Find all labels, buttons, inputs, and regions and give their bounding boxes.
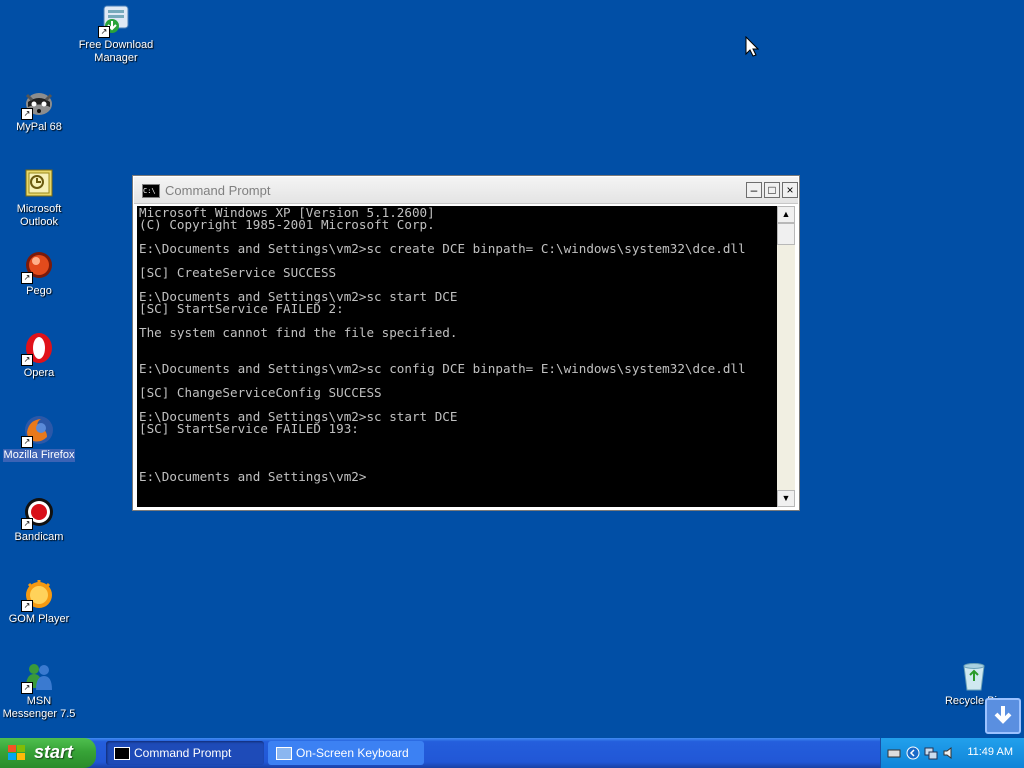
taskbar-button-on-screen-keyboard[interactable]: On-Screen Keyboard	[268, 741, 424, 765]
network-tray-icon[interactable]	[924, 746, 938, 760]
desktop-icon-label: Opera	[23, 367, 55, 379]
down-arrow-icon	[994, 706, 1012, 724]
desktop-icon-label: MSN Messenger 7.5	[2, 695, 76, 720]
pego-icon: ↗	[21, 250, 55, 284]
volume-tray-icon[interactable]	[942, 746, 956, 760]
mypal-raccoon-icon: ↗	[21, 86, 55, 120]
bandicam-icon: ↗	[21, 496, 55, 530]
free-download-manager-icon: ↗	[98, 4, 132, 38]
scrollbar-thumb[interactable]	[777, 223, 795, 245]
desktop-icon-label: Mozilla Firefox	[2, 449, 76, 462]
desktop-icon-pego[interactable]: ↗ Pego	[0, 250, 79, 298]
desktop-icon-label: Free Download Manager	[78, 39, 154, 64]
start-button[interactable]: start	[0, 738, 96, 768]
minimize-button[interactable]: –	[746, 182, 762, 198]
desktop-icon-opera[interactable]: ↗ Opera	[0, 332, 79, 380]
cmd-app-icon: C:\	[142, 184, 160, 198]
scroll-up-arrow-icon[interactable]: ▲	[777, 206, 795, 223]
desktop-icon-label: MyPal 68	[16, 121, 62, 133]
cmd-icon	[114, 747, 130, 760]
system-tray: 11:49 AM	[880, 738, 1024, 768]
outlook-icon	[23, 168, 55, 200]
command-prompt-window[interactable]: C:\ Command Prompt – □ × Microsoft Windo…	[132, 175, 800, 511]
taskbar-button-command-prompt[interactable]: Command Prompt	[106, 741, 264, 765]
vertical-scrollbar[interactable]: ▲ ▼	[777, 206, 795, 507]
tray-expand-chevron-icon[interactable]	[906, 746, 920, 760]
console-output-area[interactable]: Microsoft Windows XP [Version 5.1.2600] …	[137, 206, 777, 507]
desktop-icon-label: Pego	[26, 285, 52, 297]
keyboard-icon	[276, 747, 292, 760]
desktop-icon-msn-messenger[interactable]: ↗ MSN Messenger 7.5	[0, 660, 79, 721]
msn-messenger-icon: ↗	[21, 660, 55, 694]
desktop-icon-mypal[interactable]: ↗ MyPal 68	[0, 86, 79, 134]
taskbar-button-label: Command Prompt	[134, 746, 232, 760]
window-title: Command Prompt	[165, 183, 271, 198]
gom-player-icon: ↗	[21, 578, 55, 612]
desktop-icon-label: GOM Player	[8, 613, 70, 625]
taskbar-button-label: On-Screen Keyboard	[296, 746, 409, 760]
firefox-icon: ↗	[21, 414, 55, 448]
recycle-bin-icon	[958, 660, 990, 692]
desktop-icon-microsoft-outlook[interactable]: Microsoft Outlook	[0, 168, 79, 229]
desktop-icon-label: Bandicam	[14, 531, 64, 543]
window-titlebar[interactable]: C:\ Command Prompt – □ ×	[134, 177, 798, 204]
taskbar: start Command Prompt On-Screen Keyboard …	[0, 738, 1024, 768]
desktop-icon-free-download-manager[interactable]: ↗ Free Download Manager	[76, 4, 156, 65]
maximize-button[interactable]: □	[764, 182, 780, 198]
download-overlay-button[interactable]	[985, 698, 1021, 734]
clock[interactable]: 11:49 AM	[967, 746, 1013, 758]
keyboard-tray-icon[interactable]	[887, 746, 901, 760]
close-button[interactable]: ×	[782, 182, 798, 198]
desktop-icon-gom-player[interactable]: ↗ GOM Player	[0, 578, 79, 626]
scroll-down-arrow-icon[interactable]: ▼	[777, 490, 795, 507]
opera-icon: ↗	[21, 332, 55, 366]
start-label: start	[34, 742, 74, 762]
windows-flag-icon	[8, 745, 26, 761]
desktop-icon-label: Microsoft Outlook	[16, 203, 62, 228]
desktop-icon-mozilla-firefox[interactable]: ↗ Mozilla Firefox	[0, 414, 79, 462]
desktop-icon-bandicam[interactable]: ↗ Bandicam	[0, 496, 79, 544]
console-text: Microsoft Windows XP [Version 5.1.2600] …	[139, 206, 746, 484]
